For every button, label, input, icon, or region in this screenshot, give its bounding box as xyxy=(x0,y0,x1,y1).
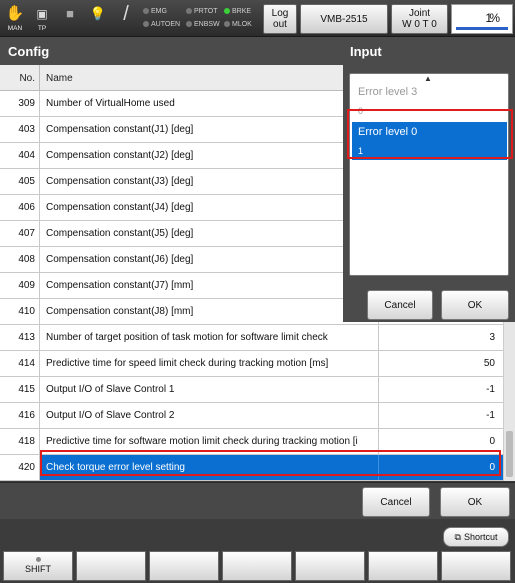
option-error-level-0[interactable]: Error level 01 xyxy=(352,122,507,160)
row-name: Compensation constant(J5) [deg] xyxy=(46,228,194,239)
teach-pendant-screen: ✋ MAN ▣ TP ■ 💡 / EMG AUTOEN PRTOT ENBSW BR… xyxy=(0,0,515,583)
row-number: 404 xyxy=(0,143,40,168)
row-value: 3 xyxy=(489,332,495,343)
row-name: Predictive time for software motion limi… xyxy=(46,436,358,447)
row-name: Number of VirtualHome used xyxy=(46,98,175,109)
input-cancel-button[interactable]: Cancel xyxy=(367,290,433,320)
table-row[interactable]: 420 Check torque error level setting 0 xyxy=(0,455,503,481)
shortcut-button[interactable]: ⧉ Shortcut xyxy=(443,527,509,547)
row-number: 413 xyxy=(0,325,40,350)
table-row[interactable]: 414 Predictive time for speed limit check… xyxy=(0,351,503,377)
row-number: 418 xyxy=(0,429,40,454)
input-panel: ▲ Error level 30 Error level 01 Cancel O… xyxy=(343,65,515,322)
column-header-name: Name xyxy=(46,73,73,84)
row-name: Number of target position of task motion… xyxy=(46,332,328,343)
row-name: Compensation constant(J8) [mm] xyxy=(46,306,194,317)
shift-key[interactable]: SHIFT xyxy=(3,551,73,581)
autoen-indicator-icon xyxy=(143,21,149,28)
row-value: 50 xyxy=(483,358,495,369)
shortcut-icon: ⧉ xyxy=(454,531,461,542)
row-name: Compensation constant(J1) [deg] xyxy=(46,124,194,135)
row-number: 410 xyxy=(0,299,40,324)
function-key-3[interactable] xyxy=(222,551,292,581)
row-number: 403 xyxy=(0,117,40,142)
speed-bar xyxy=(456,27,508,30)
row-number: 415 xyxy=(0,377,40,402)
column-divider xyxy=(378,455,379,480)
joint-mode-button[interactable]: Joint W 0 T 0 xyxy=(391,4,448,34)
lamp-prtot: PRTOT xyxy=(186,7,217,16)
row-name: Compensation constant(J6) [deg] xyxy=(46,254,194,265)
column-divider xyxy=(378,325,379,350)
option-list[interactable]: ▲ Error level 30 Error level 01 xyxy=(349,73,509,276)
column-divider xyxy=(378,403,379,428)
enbsw-indicator-icon xyxy=(186,21,192,28)
row-name: Compensation constant(J7) [mm] xyxy=(46,280,194,291)
column-divider xyxy=(378,351,379,376)
input-title: Input xyxy=(343,37,515,65)
row-name: Compensation constant(J4) [deg] xyxy=(46,202,194,213)
row-name: Output I/O of Slave Control 1 xyxy=(46,384,175,395)
row-number: 409 xyxy=(0,273,40,298)
function-key-1[interactable] xyxy=(76,551,146,581)
row-value: -1 xyxy=(486,410,495,421)
table-row[interactable]: 416 Output I/O of Slave Control 2 -1 xyxy=(0,403,503,429)
row-number: 416 xyxy=(0,403,40,428)
row-number: 309 xyxy=(0,91,40,116)
row-name: Compensation constant(J3) [deg] xyxy=(46,176,194,187)
column-divider xyxy=(378,377,379,402)
row-value: -1 xyxy=(486,384,495,395)
function-key-4[interactable] xyxy=(295,551,365,581)
shift-led-icon xyxy=(35,557,41,562)
scrollbar-thumb[interactable] xyxy=(506,431,513,477)
table-row[interactable]: 413 Number of target position of task mot… xyxy=(0,325,503,351)
prtot-indicator-icon xyxy=(186,8,192,15)
teach-pendant-icon[interactable]: ▣ TP xyxy=(30,3,54,35)
config-cancel-button[interactable]: Cancel xyxy=(362,487,430,517)
column-header-no: No. xyxy=(0,65,40,91)
row-number: 406 xyxy=(0,195,40,220)
config-ok-button[interactable]: OK xyxy=(440,487,510,517)
row-number: 407 xyxy=(0,221,40,246)
row-number: 408 xyxy=(0,247,40,272)
config-footer: Cancel OK xyxy=(0,482,515,519)
lamp-autoen: AUTOEN xyxy=(143,20,180,29)
input-ok-button[interactable]: OK xyxy=(441,290,509,320)
row-name: Check torque error level setting xyxy=(46,462,185,473)
function-key-5[interactable] xyxy=(368,551,438,581)
lamp-enbsw: ENBSW xyxy=(186,20,220,29)
bulb-icon: 💡 xyxy=(89,6,107,21)
row-value: 0 xyxy=(489,436,495,447)
row-number: 420 xyxy=(0,455,40,480)
stop-icon: ■ xyxy=(66,6,74,21)
wrench-icon[interactable]: / xyxy=(114,3,138,35)
row-number: 414 xyxy=(0,351,40,376)
option-error-level-3[interactable]: Error level 30 xyxy=(352,82,507,120)
row-value: 0 xyxy=(489,462,495,473)
function-key-6[interactable] xyxy=(441,551,511,581)
status-bar: ✋ MAN ▣ TP ■ 💡 / EMG AUTOEN PRTOT ENBSW BR… xyxy=(0,0,515,37)
robot-model-button[interactable]: VMB-2515 xyxy=(300,4,388,34)
row-name: Output I/O of Slave Control 2 xyxy=(46,410,175,421)
row-name: Compensation constant(J2) [deg] xyxy=(46,150,194,161)
config-title: Config xyxy=(0,37,343,65)
brke-indicator-icon xyxy=(224,8,230,15)
table-row[interactable]: 415 Output I/O of Slave Control 1 -1 xyxy=(0,377,503,403)
row-number: 405 xyxy=(0,169,40,194)
hand-icon[interactable]: ✋ MAN xyxy=(3,3,27,35)
emg-indicator-icon xyxy=(143,8,149,15)
logout-button[interactable]: Log out xyxy=(263,4,297,34)
row-name: Predictive time for speed limit check du… xyxy=(46,358,329,369)
speed-indicator[interactable]: 1% xyxy=(451,4,513,34)
function-key-2[interactable] xyxy=(149,551,219,581)
lamp-brke: BRKE xyxy=(224,7,251,16)
mlok-indicator-icon xyxy=(224,21,230,28)
table-row[interactable]: 418 Predictive time for software motion l… xyxy=(0,429,503,455)
lamp-emg: EMG xyxy=(143,7,167,16)
column-divider xyxy=(378,429,379,454)
lamp-mlok: MLOK xyxy=(224,20,252,29)
